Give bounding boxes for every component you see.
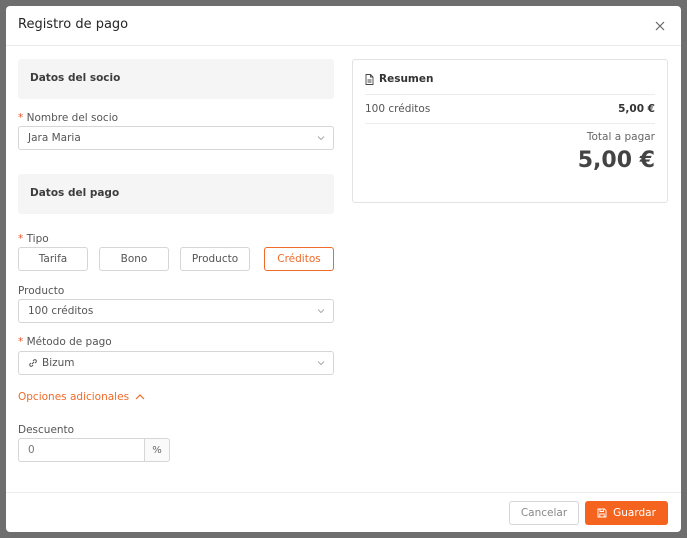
- type-option-producto[interactable]: Producto: [180, 247, 250, 271]
- advanced-options-label: Opciones adicionales: [18, 391, 130, 403]
- member-section-header: Datos del socio: [18, 59, 334, 99]
- save-button[interactable]: Guardar: [585, 501, 668, 525]
- save-icon: [597, 508, 607, 518]
- link-icon: [29, 359, 37, 367]
- discount-input[interactable]: 0: [18, 438, 144, 462]
- advanced-options-toggle[interactable]: Opciones adicionales: [18, 391, 145, 403]
- modal-header: Registro de pago: [6, 6, 681, 46]
- summary-header: Resumen: [365, 73, 433, 85]
- close-icon: [655, 21, 665, 31]
- discount-unit-addon: %: [144, 438, 170, 462]
- cancel-button[interactable]: Cancelar: [509, 501, 579, 525]
- discount-value: 0: [28, 444, 35, 456]
- member-name-label: * Nombre del socio: [18, 112, 119, 124]
- document-icon: [365, 73, 374, 85]
- payment-modal: Registro de pago Datos del socio * Nombr…: [6, 6, 681, 532]
- payment-method-label: * Método de pago: [18, 336, 112, 348]
- chevron-down-icon: [317, 361, 325, 366]
- member-section-title: Datos del socio: [30, 72, 121, 84]
- save-button-label: Guardar: [613, 507, 656, 519]
- member-name-select[interactable]: Jara Maria: [18, 126, 334, 150]
- chevron-down-icon: [317, 309, 325, 314]
- type-option-bono[interactable]: Bono: [99, 247, 169, 271]
- total-label: Total a pagar: [586, 131, 655, 143]
- payment-section-title: Datos del pago: [30, 187, 120, 199]
- type-label: * Tipo: [18, 233, 49, 245]
- payment-method-select[interactable]: Bizum: [18, 351, 334, 375]
- product-value: 100 créditos: [28, 305, 94, 317]
- chevron-up-icon: [135, 394, 145, 400]
- chevron-down-icon: [317, 136, 325, 141]
- discount-label: Descuento: [18, 424, 75, 436]
- summary-item-price: 5,00 €: [618, 103, 655, 115]
- summary-divider: [365, 123, 655, 124]
- product-label: Producto: [18, 285, 65, 297]
- summary-item-label: 100 créditos: [365, 103, 431, 115]
- modal-footer: Cancelar Guardar: [6, 492, 681, 532]
- summary-divider: [365, 94, 655, 95]
- summary-title: Resumen: [379, 73, 434, 85]
- total-value: 5,00 €: [577, 148, 655, 173]
- modal-title: Registro de pago: [18, 17, 129, 32]
- summary-panel: Resumen 100 créditos 5,00 € Total a paga…: [352, 59, 668, 203]
- close-button[interactable]: [649, 15, 671, 37]
- payment-section-header: Datos del pago: [18, 174, 334, 214]
- payment-method-value: Bizum: [42, 357, 75, 369]
- product-select[interactable]: 100 créditos: [18, 299, 334, 323]
- type-option-creditos[interactable]: Créditos: [264, 247, 334, 271]
- member-name-value: Jara Maria: [28, 132, 81, 144]
- type-option-tarifa[interactable]: Tarifa: [18, 247, 88, 271]
